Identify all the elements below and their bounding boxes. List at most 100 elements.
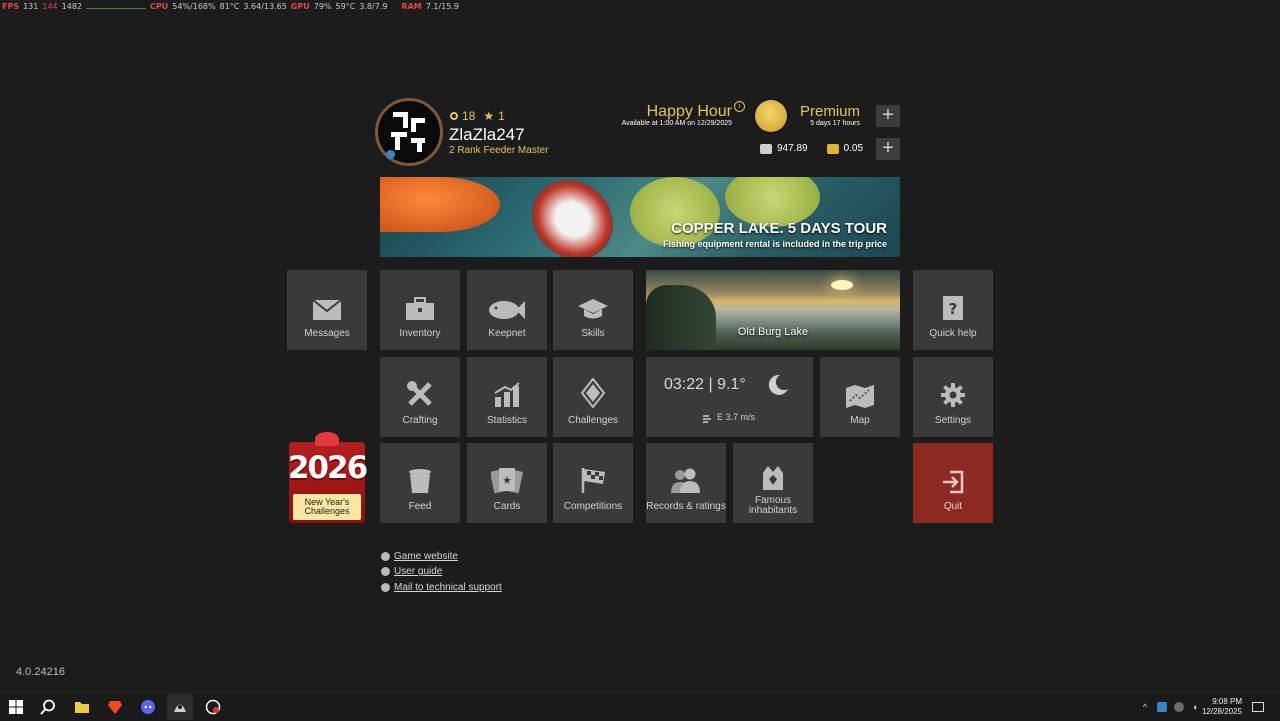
challenges-button[interactable]: Challenges bbox=[553, 357, 633, 437]
wind-icon bbox=[703, 415, 711, 423]
game-website-link[interactable]: Game website bbox=[381, 551, 458, 562]
notifications-icon[interactable] bbox=[1252, 702, 1264, 712]
fps-value-3: 1482 bbox=[61, 1, 83, 11]
quick-help-label: Quick help bbox=[929, 328, 977, 339]
clock-date: 12/28/2025 bbox=[1201, 707, 1242, 716]
famous-inhabitants-button[interactable]: Famous inhabitants bbox=[733, 443, 813, 523]
map-icon bbox=[846, 385, 874, 408]
tools-icon bbox=[407, 381, 432, 406]
star-icon: ★ bbox=[483, 109, 495, 123]
koi-fish-image bbox=[515, 177, 630, 257]
game-time-temperature: 03:22 | 9.1° bbox=[664, 376, 746, 393]
premium-status[interactable]: Premium 5 days 17 hours bbox=[795, 103, 860, 127]
map-button[interactable]: Map bbox=[820, 357, 900, 437]
gear-icon bbox=[941, 383, 965, 407]
cards-button[interactable]: ★ Cards bbox=[467, 443, 547, 523]
crown-icon bbox=[763, 466, 783, 490]
location-name: Old Burg Lake bbox=[737, 326, 809, 338]
fps-value: 131 bbox=[23, 1, 39, 11]
buy-premium-button[interactable]: + bbox=[876, 105, 900, 127]
svg-text:?: ? bbox=[949, 300, 958, 318]
bar-chart-icon bbox=[494, 382, 520, 407]
gpu-value: 79% bbox=[313, 1, 332, 11]
new-year-year: 2026 bbox=[287, 450, 368, 486]
briefcase-icon bbox=[406, 297, 434, 320]
clock-time: 9:08 PM bbox=[1212, 697, 1242, 706]
gift-bow-icon bbox=[315, 432, 339, 446]
ram-value: 7.1/15.9 bbox=[425, 1, 459, 11]
keepnet-label: Keepnet bbox=[488, 328, 526, 339]
tech-support-label: Mail to technical support bbox=[394, 582, 502, 593]
windows-start-icon[interactable] bbox=[8, 699, 24, 715]
monitoring-app-icon[interactable] bbox=[205, 699, 221, 715]
gpu-mem: 3.8/7.9 bbox=[359, 1, 388, 11]
tray-expand-icon[interactable]: ^ bbox=[1140, 702, 1150, 712]
performance-overlay: FPS 131 144 1482 CPU 54%/168% 81°C 3.64/… bbox=[0, 0, 459, 12]
level-value: 18 bbox=[462, 109, 476, 123]
statistics-button[interactable]: Statistics bbox=[467, 357, 547, 437]
player-avatar[interactable] bbox=[375, 98, 443, 166]
buy-currency-button[interactable]: + bbox=[876, 138, 900, 160]
steam-tray-icon[interactable] bbox=[1157, 702, 1167, 712]
feed-button[interactable]: Feed bbox=[380, 443, 460, 523]
settings-label: Settings bbox=[934, 415, 972, 426]
skills-label: Skills bbox=[581, 328, 605, 339]
fps-graph bbox=[86, 4, 147, 9]
happy-hour[interactable]: Happy Hour Available at 1:00 AM on 12/29… bbox=[610, 103, 732, 127]
premium-remaining: 5 days 17 hours bbox=[810, 120, 860, 127]
cpu-value: 54%/168% bbox=[172, 1, 216, 11]
promo-banner[interactable]: COPPER LAKE. 5 DAYS TOUR Fishing equipme… bbox=[380, 177, 900, 257]
discord-icon[interactable] bbox=[140, 699, 156, 715]
happy-hour-subtitle: Available at 1:00 AM on 12/29/2025 bbox=[621, 120, 732, 127]
help-document-icon: ? bbox=[943, 296, 963, 320]
game-website-label: Game website bbox=[394, 551, 458, 562]
messages-label: Messages bbox=[304, 328, 350, 339]
skills-button[interactable]: Skills bbox=[553, 270, 633, 350]
fps-value-2: 144 bbox=[42, 1, 58, 11]
sunset-image bbox=[831, 280, 853, 290]
time-weather-tile[interactable]: 03:22 | 9.1° E 3.7 m/s bbox=[646, 357, 813, 437]
clan-logo-icon bbox=[389, 110, 429, 154]
messages-button[interactable]: Messages bbox=[287, 270, 367, 350]
new-year-challenges-button[interactable]: 2026 New Year's Challenges bbox=[287, 432, 368, 523]
system-clock[interactable]: 9:08 PM 12/28/2025 bbox=[1202, 697, 1242, 717]
user-guide-link[interactable]: User guide bbox=[381, 566, 442, 577]
crafting-label: Crafting bbox=[402, 415, 438, 426]
moon-icon bbox=[768, 374, 788, 395]
discord-tray-icon[interactable] bbox=[1174, 702, 1184, 712]
external-link-icon bbox=[381, 583, 390, 592]
quit-label: Quit bbox=[943, 501, 963, 512]
premium-title: Premium bbox=[799, 103, 860, 120]
settings-button[interactable]: Settings bbox=[913, 357, 993, 437]
inventory-button[interactable]: Inventory bbox=[380, 270, 460, 350]
bucket-icon bbox=[409, 469, 431, 493]
forest-image bbox=[646, 285, 716, 350]
current-location-tile[interactable]: Old Burg Lake bbox=[646, 270, 900, 350]
silver-amount: 947.89 bbox=[777, 143, 808, 154]
brave-browser-icon[interactable] bbox=[107, 699, 123, 715]
user-guide-label: User guide bbox=[394, 566, 443, 577]
volume-icon[interactable]: ◖ bbox=[1190, 702, 1200, 712]
records-ratings-button[interactable]: Records & ratings bbox=[646, 443, 726, 523]
gpu-label: GPU bbox=[290, 1, 310, 11]
checkered-flag-icon bbox=[581, 468, 605, 493]
info-icon[interactable]: i bbox=[734, 101, 745, 112]
famous-inhabitants-label: Famous inhabitants bbox=[748, 495, 798, 516]
player-level: 18 ★ 1 bbox=[450, 109, 505, 123]
quit-button[interactable]: Quit bbox=[913, 443, 993, 523]
wind-speed: E 3.7 m/s bbox=[717, 412, 756, 422]
search-icon[interactable] bbox=[40, 699, 56, 715]
quick-help-button[interactable]: ? Quick help bbox=[913, 270, 993, 350]
gpu-temp: 59°C bbox=[335, 1, 356, 11]
crafting-button[interactable]: Crafting bbox=[380, 357, 460, 437]
competitions-button[interactable]: Competitions bbox=[553, 443, 633, 523]
level-icon bbox=[450, 112, 458, 120]
records-ratings-label: Records & ratings bbox=[646, 501, 726, 512]
online-status-icon bbox=[386, 150, 395, 159]
keepnet-button[interactable]: Keepnet bbox=[467, 270, 547, 350]
gold-amount: 0.05 bbox=[843, 143, 864, 154]
game-app-icon[interactable] bbox=[172, 699, 188, 715]
tech-support-link[interactable]: Mail to technical support bbox=[381, 582, 502, 593]
external-link-icon bbox=[381, 552, 390, 561]
file-explorer-icon[interactable] bbox=[74, 699, 90, 715]
